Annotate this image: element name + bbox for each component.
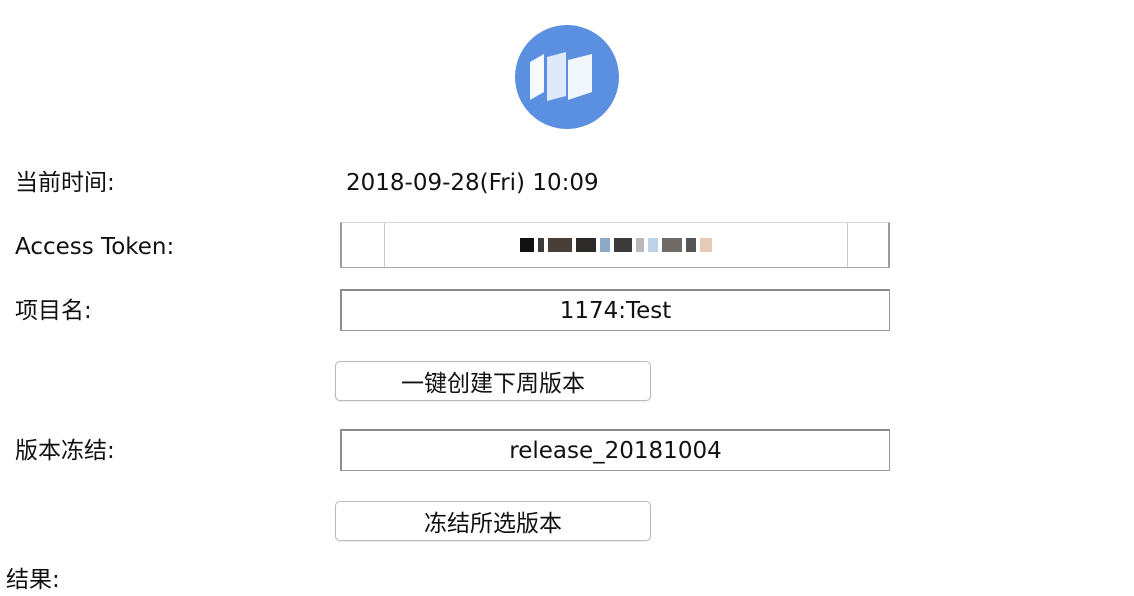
- app-logo: [514, 24, 620, 130]
- access-token-obscured-value: [384, 223, 848, 267]
- access-token-field[interactable]: [340, 222, 890, 268]
- project-label: 项目名:: [15, 298, 92, 324]
- project-field[interactable]: [340, 289, 890, 331]
- version-freeze-field[interactable]: [340, 429, 890, 471]
- version-freeze-label: 版本冻结:: [15, 438, 115, 464]
- current-time-value: 2018-09-28(Fri) 10:09: [346, 170, 599, 196]
- project-input[interactable]: [342, 297, 889, 324]
- access-token-label: Access Token:: [15, 234, 175, 260]
- current-time-label: 当前时间:: [15, 170, 115, 196]
- result-label: 结果:: [6, 567, 60, 593]
- freeze-selected-version-button[interactable]: 冻结所选版本: [335, 501, 651, 541]
- app-logo-icon: [515, 25, 619, 129]
- version-freeze-input[interactable]: [342, 437, 889, 464]
- create-next-week-version-button[interactable]: 一键创建下周版本: [335, 361, 651, 401]
